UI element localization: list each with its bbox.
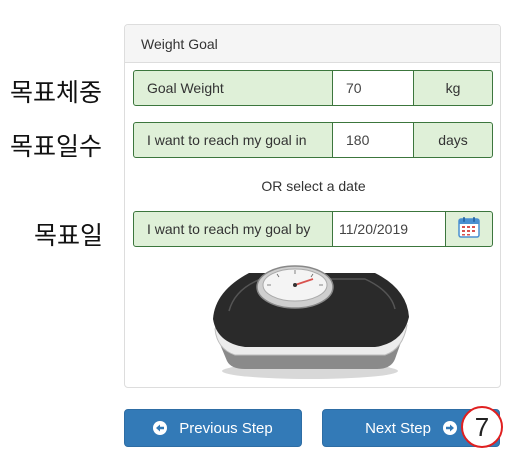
or-select-date-text: OR select a date [261,178,366,194]
goal-days-unit: days [413,122,493,158]
goal-weight-input[interactable]: 70 [333,70,413,106]
arrow-circle-left-icon [153,421,168,435]
goal-weight-label: Goal Weight [133,70,333,106]
goal-weight-group: Goal Weight 70 kg [133,70,493,106]
previous-step-button[interactable]: Previous Step [124,409,302,447]
step-number-badge: 7 [461,406,503,448]
goal-date-group: I want to reach my goal by 11/20/2019 [133,211,493,247]
goal-date-label: I want to reach my goal by [133,211,333,247]
goal-days-input[interactable]: 180 [333,122,413,158]
next-step-label: Next Step [365,419,431,437]
goal-weight-unit: kg [413,70,493,106]
annotation-target-date: 목표일 [34,221,104,250]
weight-goal-panel: Weight Goal Goal Weight 70 kg I want to … [124,24,501,388]
calendar-button[interactable] [445,211,493,247]
goal-days-label: I want to reach my goal in [133,122,333,158]
panel-title: Weight Goal [125,25,500,63]
bathroom-scale-image [205,263,415,381]
previous-step-label: Previous Step [179,419,273,437]
annotation-target-days: 목표일수 [10,132,103,161]
arrow-circle-right-icon [442,421,457,435]
goal-date-input[interactable]: 11/20/2019 [333,211,445,247]
goal-days-group: I want to reach my goal in 180 days [133,122,493,158]
annotation-target-weight: 목표체중 [10,78,103,107]
calendar-icon [457,215,481,244]
